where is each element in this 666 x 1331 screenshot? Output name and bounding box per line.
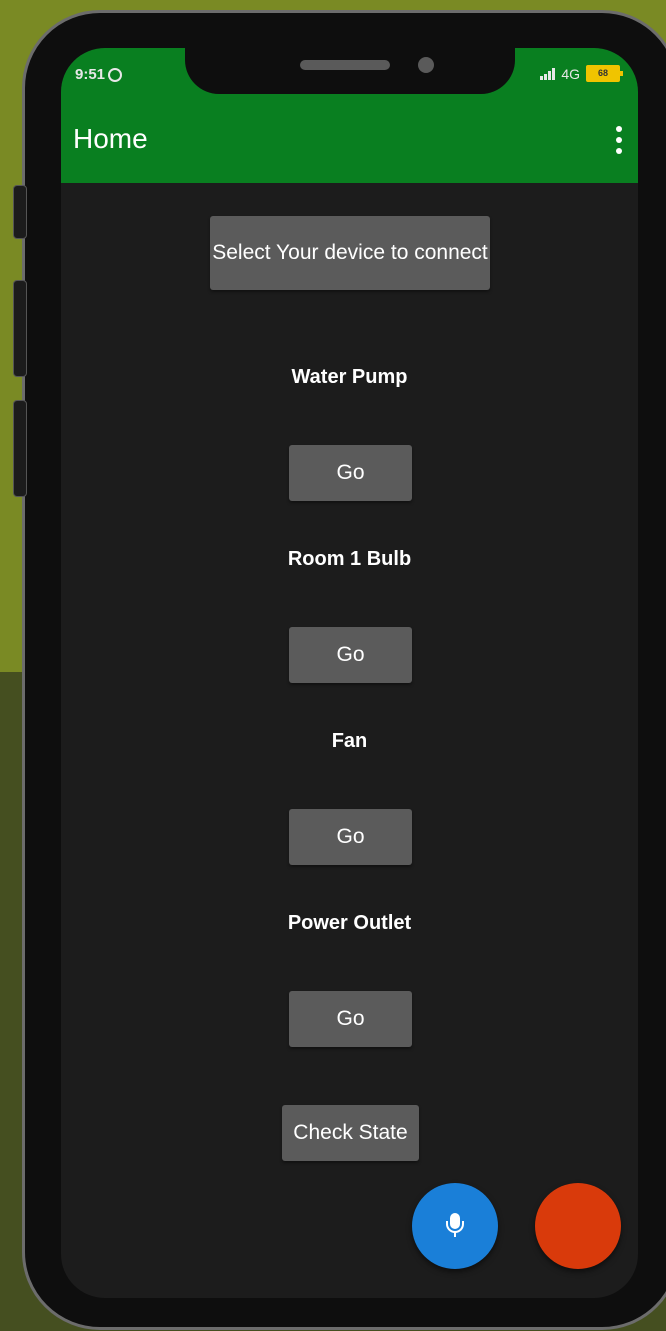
page-title: Home: [73, 123, 148, 154]
battery-icon: 68: [586, 65, 623, 82]
room-1-bulb-go-button[interactable]: Go: [289, 627, 412, 683]
power-outlet-go-button[interactable]: Go: [289, 991, 412, 1047]
device-label-fan: Fan: [331, 730, 368, 752]
device-label-room-1-bulb: Room 1 Bulb: [287, 548, 412, 570]
network-type: 4G: [561, 65, 580, 82]
status-time: 9:51: [75, 66, 123, 83]
overflow-menu-icon[interactable]: [616, 126, 622, 154]
device-label-water-pump: Water Pump: [291, 366, 408, 388]
status-indicators: 4G 68: [540, 65, 623, 82]
water-pump-go-button[interactable]: Go: [289, 445, 412, 501]
signal-icon: [540, 67, 556, 80]
microphone-icon: [446, 1213, 464, 1239]
battery-level: 68: [597, 68, 608, 78]
microphone-button[interactable]: [412, 1183, 498, 1269]
volume-down-button: [13, 400, 27, 497]
speaker-grille: [300, 60, 390, 70]
phone-screen: 9:51 4G 68 Home Select Your device to co…: [61, 48, 638, 1298]
front-camera: [418, 57, 434, 73]
device-label-power-outlet: Power Outlet: [287, 912, 412, 934]
check-state-button[interactable]: Check State: [282, 1105, 419, 1161]
side-button-top: [13, 185, 27, 239]
volume-up-button: [13, 280, 27, 377]
red-action-button[interactable]: [535, 1183, 621, 1269]
whatsapp-icon: [108, 68, 123, 82]
status-time-text: 9:51: [75, 66, 106, 83]
select-device-button[interactable]: Select Your device to connect: [210, 216, 490, 290]
fan-go-button[interactable]: Go: [289, 809, 412, 865]
